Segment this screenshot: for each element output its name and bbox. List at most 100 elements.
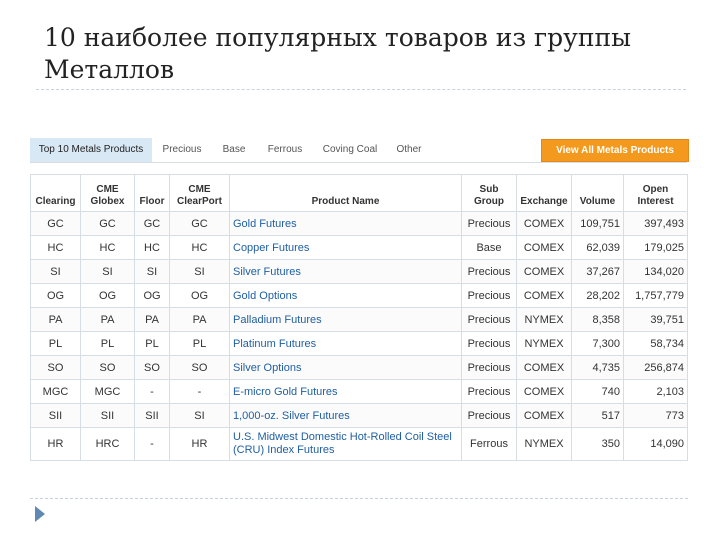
floor-cell: HC: [134, 235, 170, 260]
volume-cell: 740: [571, 379, 624, 404]
clearport-cell: SO: [169, 355, 230, 380]
product-name-link[interactable]: E-micro Gold Futures: [233, 386, 338, 398]
product-name-link[interactable]: Palladium Futures: [233, 314, 322, 326]
column-header[interactable]: Open Interest: [623, 174, 688, 212]
product-name-link[interactable]: Silver Options: [233, 362, 301, 374]
product-name-cell: Platinum Futures: [229, 331, 462, 356]
volume-cell: 7,300: [571, 331, 624, 356]
globex-cell: MGC: [80, 379, 135, 404]
open-interest-cell: 39,751: [623, 307, 688, 332]
open-interest-cell: 773: [623, 403, 688, 428]
clearing-cell: OG: [30, 283, 81, 308]
product-name-cell: Gold Futures: [229, 211, 462, 236]
clearing-cell: MGC: [30, 379, 81, 404]
exchange-cell: COMEX: [516, 379, 572, 404]
clearing-cell: HR: [30, 427, 81, 461]
volume-cell: 350: [571, 427, 624, 461]
floor-cell: -: [134, 427, 170, 461]
column-header[interactable]: Clearing: [30, 174, 81, 212]
column-header[interactable]: CME ClearPort: [169, 174, 230, 212]
open-interest-cell: 256,874: [623, 355, 688, 380]
column-header[interactable]: Exchange: [516, 174, 572, 212]
product-name-link[interactable]: U.S. Midwest Domestic Hot-Rolled Coil St…: [233, 431, 452, 456]
floor-cell: SO: [134, 355, 170, 380]
clearport-cell: -: [169, 379, 230, 404]
sub-group-cell: Precious: [461, 379, 517, 404]
volume-cell: 8,358: [571, 307, 624, 332]
product-name-link[interactable]: 1,000-oz. Silver Futures: [233, 410, 350, 422]
tab-other[interactable]: Other: [386, 138, 432, 162]
column-header[interactable]: Floor: [134, 174, 170, 212]
exchange-cell: NYMEX: [516, 331, 572, 356]
clearport-cell: SI: [169, 403, 230, 428]
volume-cell: 28,202: [571, 283, 624, 308]
floor-cell: -: [134, 379, 170, 404]
clearport-cell: OG: [169, 283, 230, 308]
table-row: PL PL PL PL Platinum Futures Precious NYMEX 7,3…: [30, 331, 688, 356]
view-all-metals-button[interactable]: View All Metals Products: [541, 139, 689, 162]
globex-cell: HRC: [80, 427, 135, 461]
product-name-cell: Silver Futures: [229, 259, 462, 284]
clearport-cell: PL: [169, 331, 230, 356]
clearport-cell: HC: [169, 235, 230, 260]
sub-group-cell: Precious: [461, 307, 517, 332]
exchange-cell: COMEX: [516, 283, 572, 308]
clearport-cell: SI: [169, 259, 230, 284]
exchange-cell: COMEX: [516, 403, 572, 428]
product-name-link[interactable]: Silver Futures: [233, 266, 301, 278]
volume-cell: 37,267: [571, 259, 624, 284]
column-header[interactable]: Product Name: [229, 174, 462, 212]
product-name-cell: Palladium Futures: [229, 307, 462, 332]
table-row: SO SO SO SO Silver Options Precious COMEX 4,735…: [30, 355, 688, 380]
exchange-cell: COMEX: [516, 355, 572, 380]
product-name-link[interactable]: Gold Futures: [233, 218, 297, 230]
column-header[interactable]: Volume: [571, 174, 624, 212]
sub-group-cell: Precious: [461, 259, 517, 284]
sub-group-cell: Precious: [461, 403, 517, 428]
footer-divider: [30, 498, 688, 499]
globex-cell: GC: [80, 211, 135, 236]
product-name-cell: 1,000-oz. Silver Futures: [229, 403, 462, 428]
globex-cell: SI: [80, 259, 135, 284]
tab-top-10-metals[interactable]: Top 10 Metals Products: [30, 138, 152, 162]
product-name-link[interactable]: Platinum Futures: [233, 338, 316, 350]
clearport-cell: PA: [169, 307, 230, 332]
exchange-cell: COMEX: [516, 211, 572, 236]
table-header-row: Clearing CME Globex Floor CME ClearPort …: [30, 174, 688, 212]
tab-ferrous[interactable]: Ferrous: [256, 138, 314, 162]
floor-cell: SI: [134, 259, 170, 284]
globex-cell: SO: [80, 355, 135, 380]
clearing-cell: SII: [30, 403, 81, 428]
exchange-cell: NYMEX: [516, 427, 572, 461]
volume-cell: 62,039: [571, 235, 624, 260]
open-interest-cell: 58,734: [623, 331, 688, 356]
clearing-cell: PA: [30, 307, 81, 332]
tab-precious[interactable]: Precious: [152, 138, 212, 162]
floor-cell: SII: [134, 403, 170, 428]
sub-group-cell: Ferrous: [461, 427, 517, 461]
product-name-link[interactable]: Gold Options: [233, 290, 297, 302]
floor-cell: PA: [134, 307, 170, 332]
product-name-cell: Gold Options: [229, 283, 462, 308]
column-header[interactable]: Sub Group: [461, 174, 517, 212]
sub-group-cell: Precious: [461, 211, 517, 236]
product-name-cell: E-micro Gold Futures: [229, 379, 462, 404]
table-row: HC HC HC HC Copper Futures Base COMEX 62,039 179…: [30, 235, 688, 260]
tab-base[interactable]: Base: [212, 138, 256, 162]
sub-group-cell: Base: [461, 235, 517, 260]
volume-cell: 4,735: [571, 355, 624, 380]
open-interest-cell: 134,020: [623, 259, 688, 284]
slide-title: 10 наиболее популярных товаров из группы…: [44, 23, 632, 84]
product-name-link[interactable]: Copper Futures: [233, 242, 309, 254]
column-header[interactable]: CME Globex: [80, 174, 135, 212]
table-row: GC GC GC GC Gold Futures Precious COMEX 109,751…: [30, 211, 688, 236]
floor-cell: GC: [134, 211, 170, 236]
volume-cell: 109,751: [571, 211, 624, 236]
exchange-cell: COMEX: [516, 235, 572, 260]
clearing-cell: GC: [30, 211, 81, 236]
globex-cell: PL: [80, 331, 135, 356]
table-row: PA PA PA PA Palladium Futures Precious NYMEX 8,…: [30, 307, 688, 332]
tab-coving-coal[interactable]: Coving Coal: [314, 138, 386, 162]
sub-group-cell: Precious: [461, 355, 517, 380]
exchange-cell: COMEX: [516, 259, 572, 284]
